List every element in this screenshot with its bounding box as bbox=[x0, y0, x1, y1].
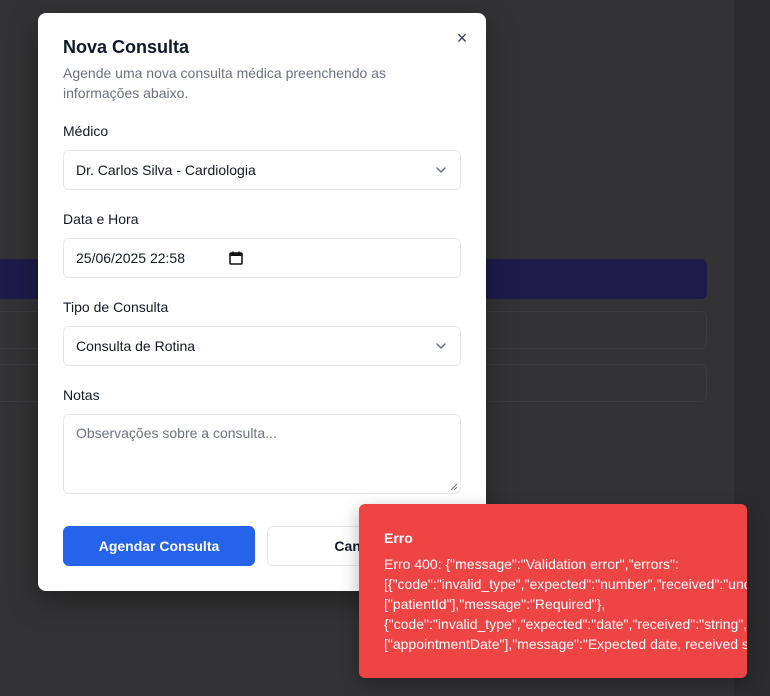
chevron-down-icon bbox=[436, 167, 446, 173]
datetime-input-value: 25/06/2025 22:58 bbox=[76, 250, 185, 266]
chevron-down-icon bbox=[436, 343, 446, 349]
error-toast[interactable]: Erro Erro 400: {"message":"Validation er… bbox=[359, 504, 747, 678]
toast-message-line: {"code":"invalid_type","expected":"date"… bbox=[384, 616, 747, 632]
calendar-icon[interactable] bbox=[228, 250, 244, 266]
type-select[interactable]: Consulta de Rotina bbox=[63, 326, 461, 366]
type-select-value: Consulta de Rotina bbox=[76, 338, 196, 354]
dialog-title: Nova Consulta bbox=[63, 37, 190, 57]
toast-title: Erro bbox=[384, 530, 413, 546]
toast-message-line: ["appointmentDate"],"message":"Expected … bbox=[384, 636, 747, 652]
notes-textarea[interactable]: Observações sobre a consulta... bbox=[63, 414, 461, 494]
notes-placeholder: Observações sobre a consulta... bbox=[76, 425, 277, 441]
schedule-button[interactable]: Agendar Consulta bbox=[63, 526, 255, 566]
type-label: Tipo de Consulta bbox=[63, 299, 169, 315]
toast-message: Erro 400: {"message":"Validation error",… bbox=[384, 554, 747, 654]
close-button[interactable]: × bbox=[453, 29, 471, 47]
datetime-input[interactable]: 25/06/2025 22:58 bbox=[63, 238, 461, 278]
toast-message-line: [{"code":"invalid_type","expected":"numb… bbox=[384, 576, 747, 592]
dialog-description: Agende uma nova consulta médica preenche… bbox=[63, 65, 386, 101]
resize-handle-icon[interactable] bbox=[450, 483, 458, 491]
toast-message-line: Erro 400: {"message":"Validation error",… bbox=[384, 556, 679, 572]
doctor-select[interactable]: Dr. Carlos Silva - Cardiologia bbox=[63, 150, 461, 190]
doctor-select-value: Dr. Carlos Silva - Cardiologia bbox=[76, 162, 256, 178]
toast-message-line: ["patientId"],"message":"Required"}, bbox=[384, 596, 606, 612]
close-icon: × bbox=[456, 28, 468, 48]
datetime-label: Data e Hora bbox=[63, 211, 139, 227]
doctor-label: Médico bbox=[63, 123, 109, 139]
notes-label: Notas bbox=[63, 387, 100, 403]
